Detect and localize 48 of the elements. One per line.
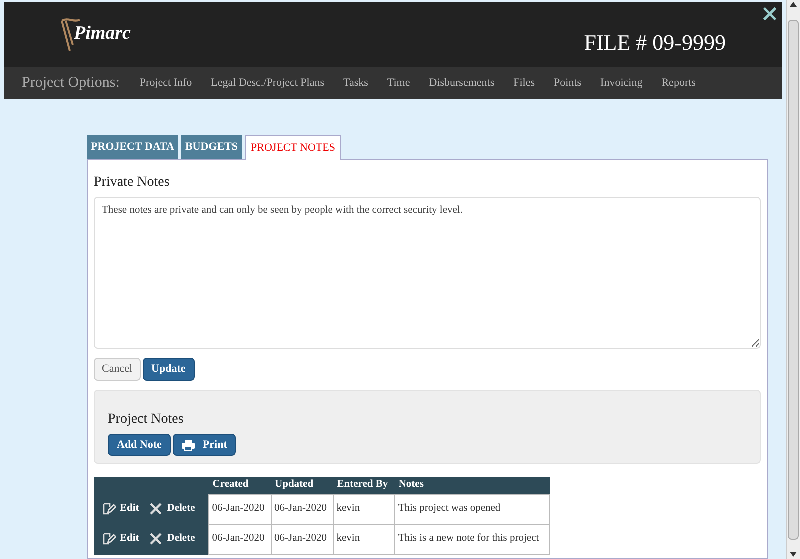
cross-icon bbox=[149, 502, 164, 516]
print-button[interactable]: Print bbox=[172, 434, 236, 456]
cancel-button[interactable]: Cancel bbox=[94, 358, 141, 381]
table-cell: kevin bbox=[333, 524, 395, 554]
table-cell: 06-Jan-2020 bbox=[271, 524, 334, 554]
add-note-button[interactable]: Add Note bbox=[108, 434, 171, 456]
column-header: Entered By bbox=[333, 477, 395, 494]
delete-button[interactable]: Delete bbox=[149, 501, 196, 517]
notes-field[interactable]: These notes are private and can only be seen by people with the correct security level. bbox=[94, 197, 761, 349]
nav-link[interactable]: Project Info bbox=[140, 74, 192, 92]
column-header: Notes bbox=[394, 477, 550, 494]
table-cell: kevin bbox=[333, 494, 395, 524]
close-icon bbox=[762, 6, 778, 22]
nav-link[interactable]: Points bbox=[554, 74, 582, 92]
cross-icon bbox=[149, 532, 164, 546]
table-cell: This is a new note for this project bbox=[394, 524, 550, 554]
column-header: Updated bbox=[271, 477, 334, 494]
project-notes-title: Project Notes bbox=[108, 411, 185, 429]
print-icon bbox=[182, 440, 195, 450]
nav-label: Project Options: bbox=[22, 74, 120, 93]
nav-link[interactable]: Time bbox=[387, 74, 410, 92]
column-header: Created bbox=[208, 477, 272, 494]
private-notes-title: Private Notes bbox=[94, 174, 171, 192]
table-cell: This project was opened bbox=[394, 494, 550, 524]
scrollbar-thumb[interactable] bbox=[788, 20, 799, 540]
table-cell: 06-Jan-2020 bbox=[271, 494, 334, 524]
table-cell: 06-Jan-2020 bbox=[208, 494, 272, 524]
close-button[interactable] bbox=[762, 6, 778, 22]
scroll-down-icon[interactable] bbox=[790, 552, 797, 557]
scroll-up-icon[interactable] bbox=[790, 2, 797, 7]
logo-text: Pimarc bbox=[74, 22, 131, 46]
nav-link[interactable]: Disbursements bbox=[429, 74, 495, 92]
edit-icon bbox=[102, 502, 116, 516]
edit-button[interactable]: Edit bbox=[102, 501, 140, 517]
delete-button[interactable]: Delete bbox=[149, 531, 196, 547]
tab[interactable]: PROJECT DATA bbox=[87, 135, 178, 159]
edit-button[interactable]: Edit bbox=[102, 531, 140, 547]
table-cell: 06-Jan-2020 bbox=[208, 524, 272, 554]
tab[interactable]: PROJECT NOTES bbox=[245, 135, 342, 160]
tab[interactable]: BUDGETS bbox=[181, 135, 242, 159]
nav-link[interactable]: Invoicing bbox=[600, 74, 643, 92]
nav-link[interactable]: Tasks bbox=[344, 74, 368, 92]
file-number: FILE # 09-9999 bbox=[584, 29, 726, 58]
edit-icon bbox=[102, 532, 116, 546]
nav-link[interactable]: Reports bbox=[662, 74, 696, 92]
update-button[interactable]: Update bbox=[142, 358, 195, 381]
nav-link[interactable]: Legal Desc./Project Plans bbox=[211, 74, 324, 92]
nav-link[interactable]: Files bbox=[514, 74, 536, 92]
